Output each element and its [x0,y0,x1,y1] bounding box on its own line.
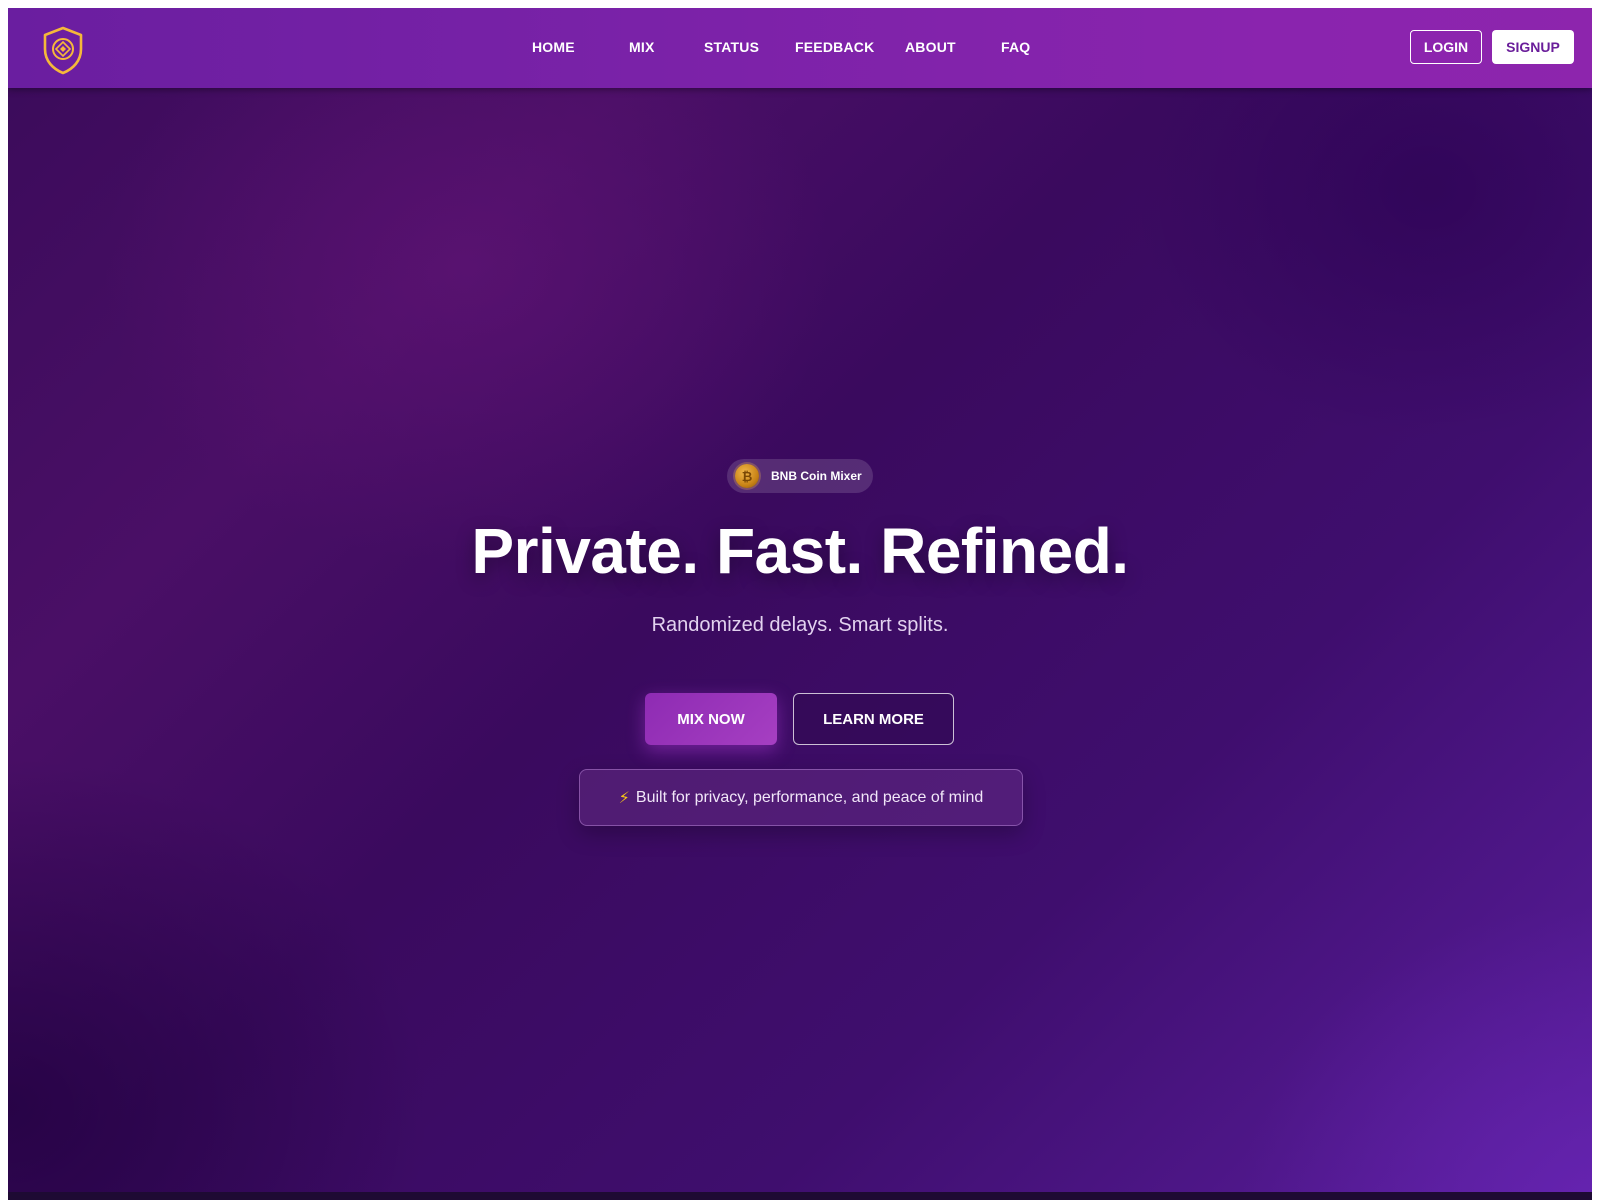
tagline-text: Built for privacy, performance, and peac… [635,788,984,806]
bottom-edge [8,1192,1592,1200]
nav-about[interactable]: ABOUT [905,39,956,55]
lightning-icon: ⚡ [618,789,630,807]
page: HOME MIX STATUS FEEDBACK ABOUT FAQ LOGIN… [8,8,1592,1200]
tagline-card: ⚡ Built for privacy, performance, and pe… [579,769,1023,826]
main-nav: HOME MIX STATUS FEEDBACK ABOUT FAQ [8,8,1592,88]
login-button[interactable]: LOGIN [1410,30,1482,64]
nav-mix[interactable]: MIX [629,39,655,55]
hero-subtitle: Randomized delays. Smart splits. [651,614,949,636]
badge-label: BNB Coin Mixer [771,469,862,483]
learn-more-button[interactable]: LEARN MORE [793,693,954,745]
hero-headline: Private. Fast. Refined. [471,515,1129,587]
nav-faq[interactable]: FAQ [1001,39,1030,55]
product-badge: ₿ BNB Coin Mixer [727,459,873,493]
hero-section: ₿ BNB Coin Mixer Private. Fast. Refined.… [8,88,1592,1200]
signup-button[interactable]: SIGNUP [1492,30,1574,64]
nav-status[interactable]: STATUS [704,39,759,55]
nav-home[interactable]: HOME [532,39,575,55]
mix-now-button[interactable]: MIX NOW [645,693,777,745]
bitcoin-coin-icon: ₿ [735,464,759,488]
top-navbar: HOME MIX STATUS FEEDBACK ABOUT FAQ LOGIN… [8,8,1592,88]
nav-feedback[interactable]: FEEDBACK [795,39,874,55]
